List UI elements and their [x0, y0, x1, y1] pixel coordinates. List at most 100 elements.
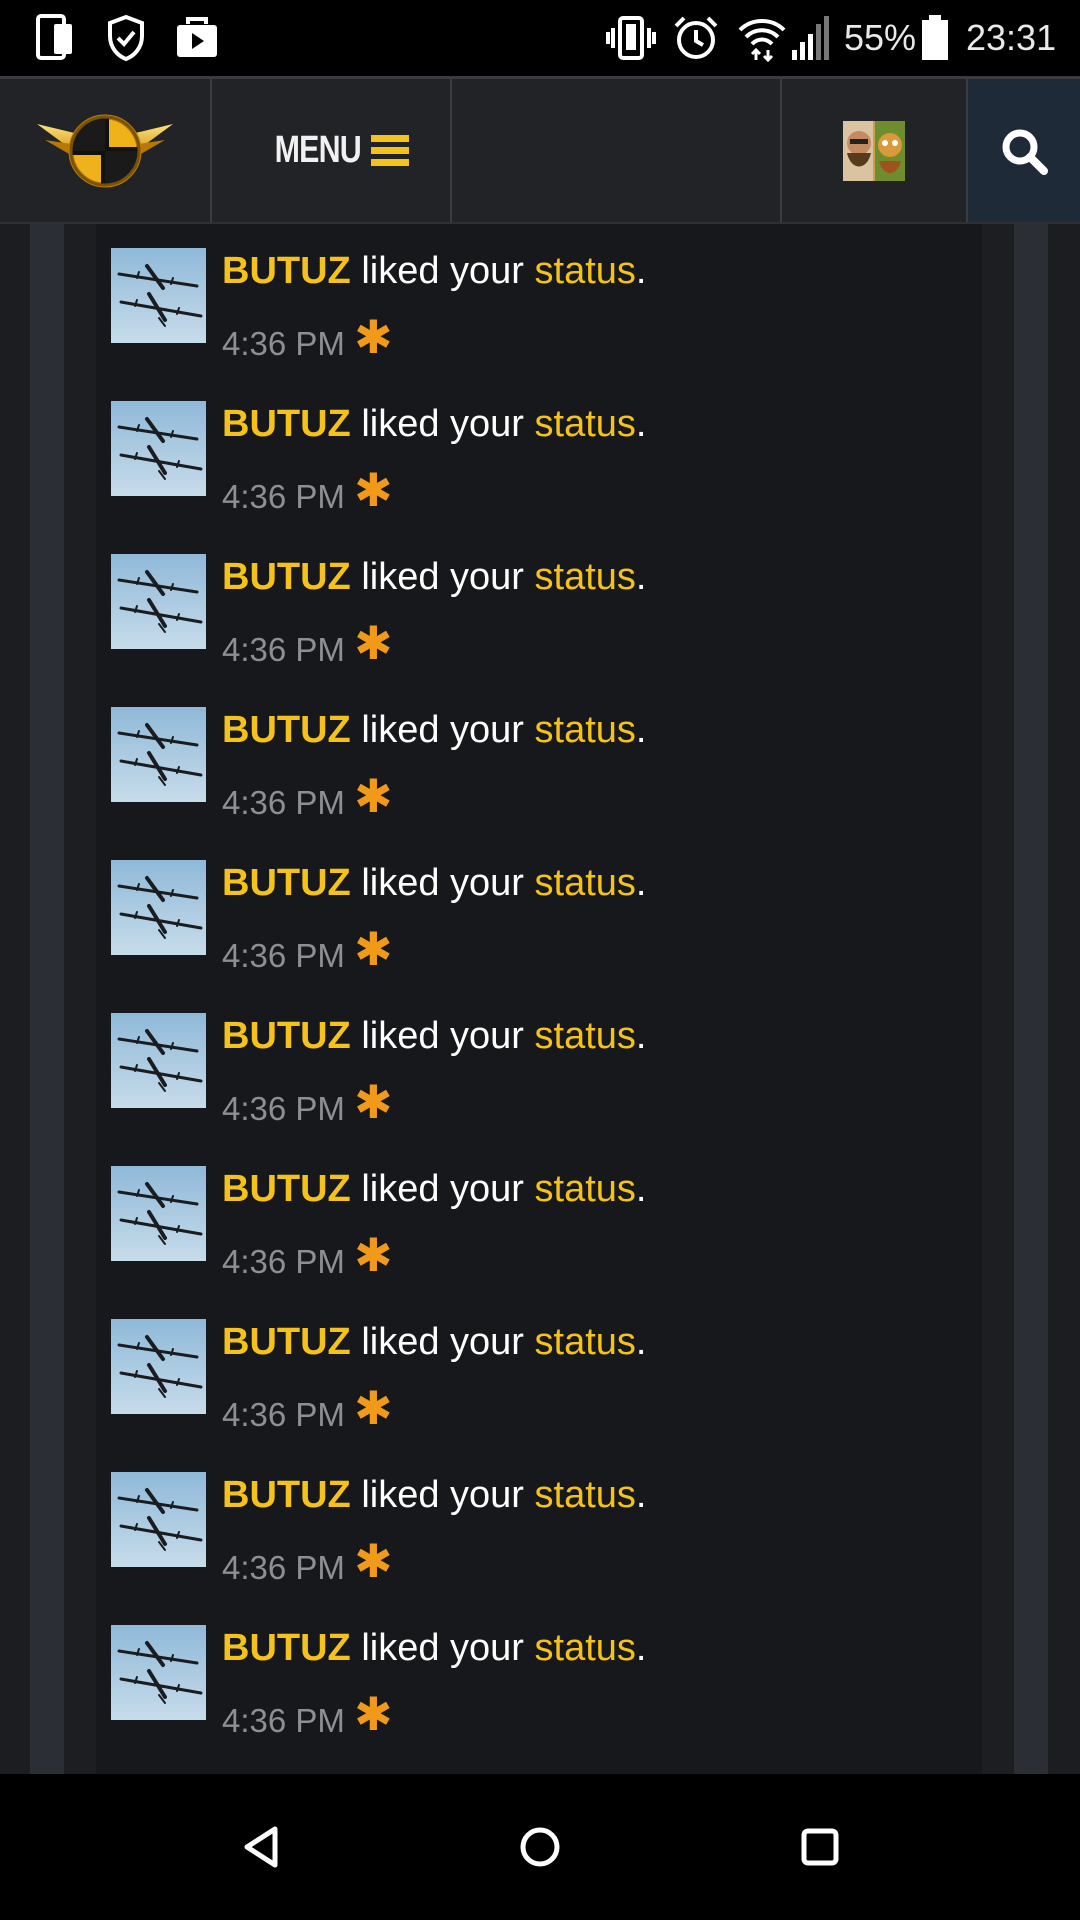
user-avatar-thumbnail[interactable]	[111, 1166, 206, 1261]
left-frame-rail	[30, 224, 64, 1774]
status-link[interactable]: status	[535, 862, 636, 904]
alert-text: BUTUZ liked your status.	[222, 860, 646, 906]
back-button[interactable]	[226, 1812, 296, 1882]
recents-button[interactable]	[785, 1812, 855, 1882]
status-link[interactable]: status	[535, 403, 636, 445]
alert-timestamp: 4:36 PM	[222, 325, 345, 362]
alert-timestamp: 4:36 PM	[222, 478, 345, 515]
alert-timestamp: 4:36 PM	[222, 1549, 345, 1586]
vibrate-icon	[606, 12, 656, 64]
user-avatar-thumbnail[interactable]	[111, 1472, 206, 1567]
username-link[interactable]: BUTUZ	[222, 1474, 351, 1516]
alert-period: .	[635, 556, 647, 598]
alert-period: .	[635, 1015, 647, 1057]
user-avatar-button[interactable]	[782, 79, 968, 222]
alert-action-text: liked your	[350, 1627, 535, 1669]
alert-action-text: liked your	[350, 1321, 535, 1363]
search-button[interactable]	[968, 79, 1080, 222]
new-alert-marker-icon: ✱	[354, 1687, 393, 1741]
alert-text: BUTUZ liked your status.	[222, 1013, 646, 1059]
back-icon	[244, 1826, 278, 1868]
alert-period: .	[635, 1321, 647, 1363]
user-avatar-thumbnail[interactable]	[111, 707, 206, 802]
alert-item[interactable]: BUTUZ liked your status. 4:36 PM ✱	[110, 995, 970, 1148]
alert-timestamp: 4:36 PM	[222, 1243, 345, 1280]
alerts-list: BUTUZ liked your status. 4:36 PM ✱ BUTUZ l…	[110, 230, 970, 1760]
menu-button[interactable]: MENU	[212, 79, 452, 222]
new-alert-marker-icon: ✱	[354, 769, 393, 823]
battery-icon	[920, 12, 950, 64]
status-link[interactable]: status	[535, 1321, 636, 1363]
username-link[interactable]: BUTUZ	[222, 1321, 351, 1363]
header-spacer	[452, 79, 782, 222]
alert-text: BUTUZ liked your status.	[222, 1166, 646, 1212]
alert-action-text: liked your	[350, 556, 535, 598]
user-avatar	[843, 120, 905, 181]
username-link[interactable]: BUTUZ	[222, 1168, 351, 1210]
username-link[interactable]: BUTUZ	[222, 1015, 351, 1057]
alert-action-text: liked your	[350, 1474, 535, 1516]
alert-period: .	[635, 1474, 647, 1516]
username-link[interactable]: BUTUZ	[222, 1627, 351, 1669]
user-avatar-thumbnail[interactable]	[111, 401, 206, 496]
status-link[interactable]: status	[535, 556, 636, 598]
status-link[interactable]: status	[535, 1474, 636, 1516]
play-store-icon	[174, 12, 220, 64]
status-link[interactable]: status	[535, 1015, 636, 1057]
new-alert-marker-icon: ✱	[354, 310, 393, 364]
alert-period: .	[635, 250, 647, 292]
new-alert-marker-icon: ✱	[354, 1228, 393, 1282]
alert-text: BUTUZ liked your status.	[222, 707, 646, 753]
clock: 23:31	[966, 17, 1057, 58]
alert-timestamp: 4:36 PM	[222, 937, 345, 974]
site-logo[interactable]	[0, 79, 212, 222]
alarm-icon	[672, 12, 720, 64]
alert-text: BUTUZ liked your status.	[222, 1319, 646, 1365]
alert-action-text: liked your	[350, 709, 535, 751]
user-avatar-thumbnail[interactable]	[111, 1013, 206, 1108]
recents-icon	[801, 1828, 839, 1866]
new-alert-marker-icon: ✱	[354, 463, 393, 517]
status-link[interactable]: status	[535, 1168, 636, 1210]
user-avatar-thumbnail[interactable]	[111, 860, 206, 955]
alert-item[interactable]: BUTUZ liked your status. 4:36 PM ✱	[110, 842, 970, 995]
alert-item[interactable]: BUTUZ liked your status. 4:36 PM ✱	[110, 1607, 970, 1760]
alert-text: BUTUZ liked your status.	[222, 554, 646, 600]
alert-item[interactable]: BUTUZ liked your status. 4:36 PM ✱	[110, 1148, 970, 1301]
alert-action-text: liked your	[350, 403, 535, 445]
alert-text: BUTUZ liked your status.	[222, 1625, 646, 1671]
status-link[interactable]: status	[535, 250, 636, 292]
status-link[interactable]: status	[535, 1627, 636, 1669]
alert-item[interactable]: BUTUZ liked your status. 4:36 PM ✱	[110, 383, 970, 536]
username-link[interactable]: BUTUZ	[222, 556, 351, 598]
alert-period: .	[635, 862, 647, 904]
user-avatar-thumbnail[interactable]	[111, 1319, 206, 1414]
alert-text: BUTUZ liked your status.	[222, 1472, 646, 1518]
alert-text: BUTUZ liked your status.	[222, 401, 646, 447]
signal-icon	[790, 12, 832, 64]
alert-item[interactable]: BUTUZ liked your status. 4:36 PM ✱	[110, 689, 970, 842]
alert-item[interactable]: BUTUZ liked your status. 4:36 PM ✱	[110, 1301, 970, 1454]
user-avatar-thumbnail[interactable]	[111, 554, 206, 649]
navigation-bar	[0, 1774, 1080, 1920]
status-link[interactable]: status	[535, 709, 636, 751]
alert-timestamp: 4:36 PM	[222, 1396, 345, 1433]
alert-item[interactable]: BUTUZ liked your status. 4:36 PM ✱	[110, 536, 970, 689]
alert-timestamp: 4:36 PM	[222, 1090, 345, 1127]
home-button[interactable]	[505, 1812, 575, 1882]
search-icon	[1002, 129, 1048, 175]
alert-item[interactable]: BUTUZ liked your status. 4:36 PM ✱	[110, 230, 970, 383]
user-avatar-thumbnail[interactable]	[111, 1625, 206, 1720]
alert-action-text: liked your	[350, 1168, 535, 1210]
alert-period: .	[635, 403, 647, 445]
username-link[interactable]: BUTUZ	[222, 403, 351, 445]
username-link[interactable]: BUTUZ	[222, 709, 351, 751]
alert-item[interactable]: BUTUZ liked your status. 4:36 PM ✱	[110, 1454, 970, 1607]
user-avatar-thumbnail[interactable]	[111, 248, 206, 343]
username-link[interactable]: BUTUZ	[222, 250, 351, 292]
menu-label: MENU	[274, 129, 362, 171]
phone-screen-icon	[36, 12, 74, 64]
new-alert-marker-icon: ✱	[354, 922, 393, 976]
home-icon	[520, 1827, 560, 1867]
username-link[interactable]: BUTUZ	[222, 862, 351, 904]
